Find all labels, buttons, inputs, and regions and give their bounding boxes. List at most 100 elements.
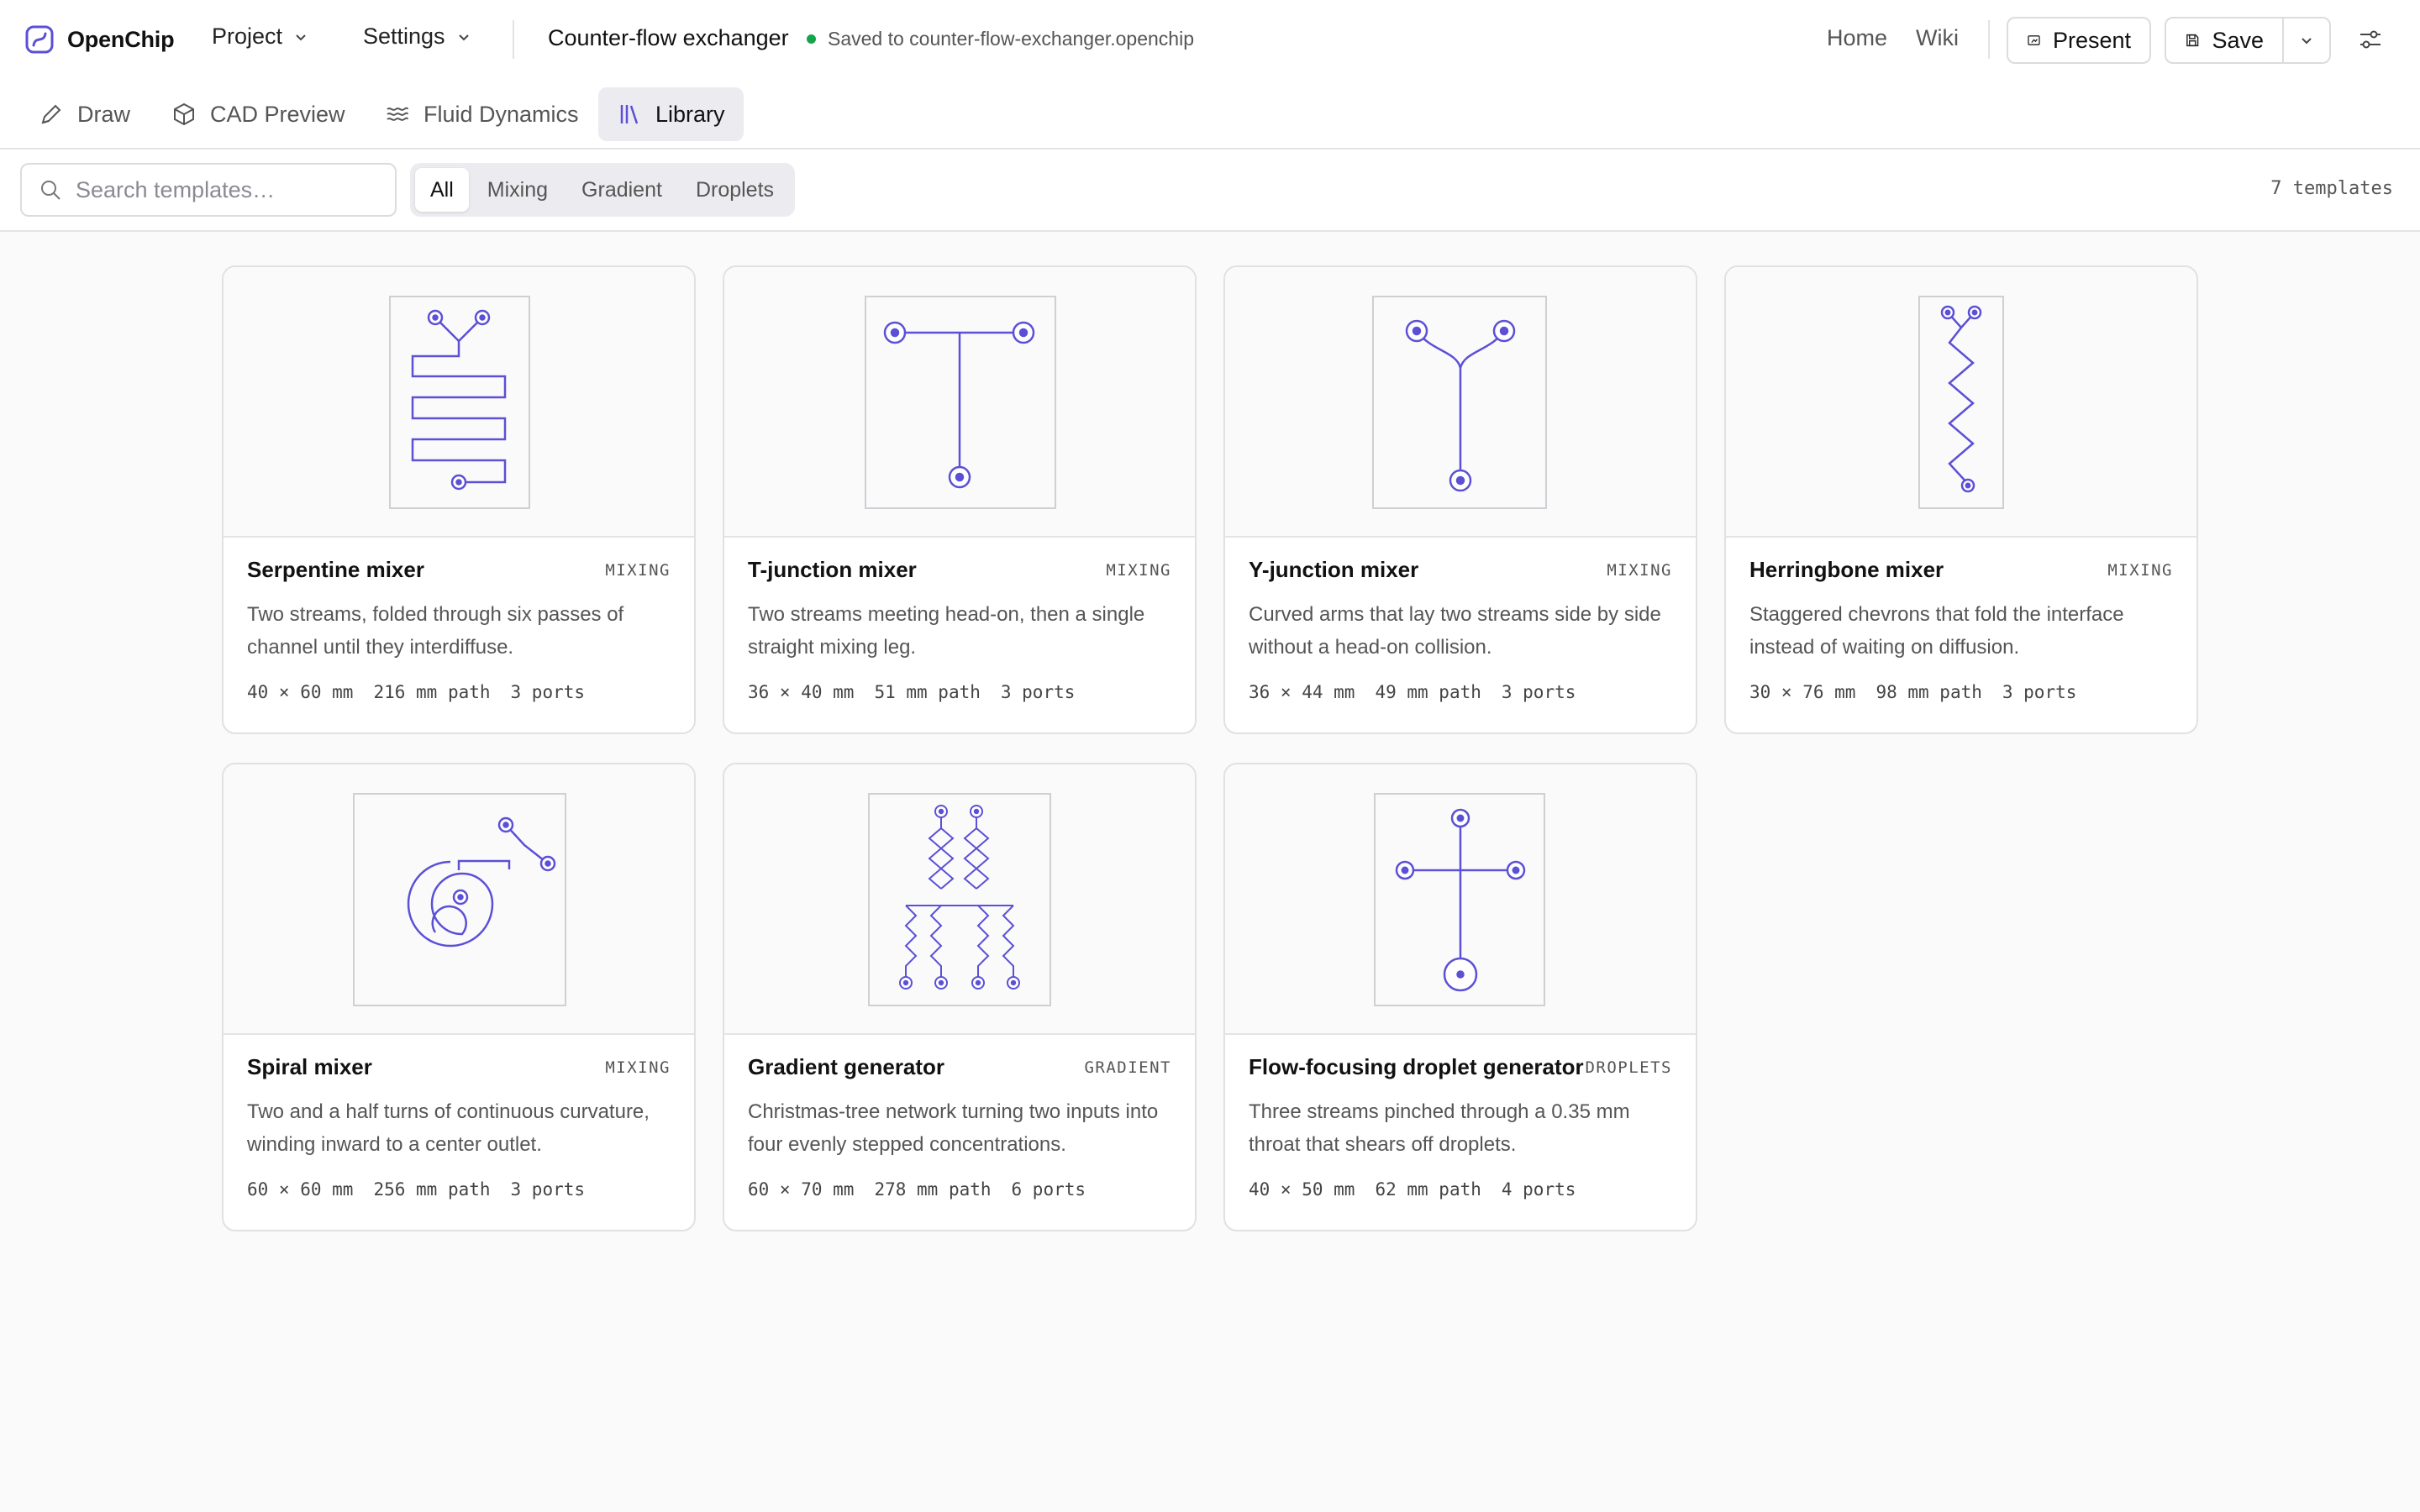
template-name: Y-junction mixer — [1249, 557, 1419, 582]
openchip-logo-icon — [25, 25, 54, 54]
save-icon — [2186, 34, 2199, 47]
template-card-flow-focusing[interactable]: Flow-focusing droplet generator DROPLETS… — [1223, 763, 1697, 1231]
template-size: 40 × 50 mm — [1249, 1179, 1355, 1200]
app-logo[interactable]: OpenChip — [25, 25, 175, 54]
y-junction-channel-icon — [1372, 296, 1547, 509]
spiral-channel-icon — [353, 793, 566, 1006]
present-button[interactable]: Present — [2007, 17, 2151, 64]
tab-label: Draw — [77, 101, 131, 127]
template-meta: 36 × 40 mm 51 mm path 3 ports — [748, 682, 1075, 702]
tab-label: CAD Preview — [210, 101, 345, 127]
search-input[interactable] — [76, 176, 378, 203]
template-size: 30 × 76 mm — [1749, 682, 1856, 702]
search-icon — [41, 181, 60, 200]
template-size: 60 × 70 mm — [748, 1179, 855, 1200]
template-preview — [1225, 267, 1696, 538]
filter-all[interactable]: All — [415, 168, 469, 212]
settings-menu-label: Settings — [363, 24, 445, 49]
template-category: MIXING — [1106, 561, 1171, 580]
tab-library[interactable]: Library — [598, 87, 744, 141]
template-card-spiral[interactable]: Spiral mixer MIXING Two and a half turns… — [222, 763, 696, 1231]
template-meta: 40 × 60 mm 216 mm path 3 ports — [247, 682, 585, 702]
template-description: Two and a half turns of continuous curva… — [247, 1100, 650, 1156]
template-card-t-junction[interactable]: T-junction mixer MIXING Two streams meet… — [723, 265, 1197, 734]
template-path: 216 mm path — [373, 682, 491, 702]
category-filter: All Mixing Gradient Droplets — [410, 163, 795, 217]
template-count: 7 templates — [2270, 178, 2393, 199]
tab-fluid-dynamics[interactable]: Fluid Dynamics — [366, 87, 597, 141]
save-options-button[interactable] — [2284, 17, 2331, 64]
present-icon — [2028, 35, 2040, 45]
template-preview — [724, 764, 1195, 1035]
top-bar: OpenChip Project Settings Counter-flow e… — [0, 0, 2420, 79]
template-path: 278 mm path — [874, 1179, 992, 1200]
template-ports: 3 ports — [2002, 682, 2077, 702]
template-description: Curved arms that lay two streams side by… — [1249, 603, 1661, 659]
template-card-gradient-generator[interactable]: Gradient generator GRADIENT Christmas-tr… — [723, 763, 1197, 1231]
template-ports: 4 ports — [1501, 1179, 1576, 1200]
filter-gradient[interactable]: Gradient — [566, 168, 677, 212]
template-ports: 3 ports — [510, 1179, 586, 1200]
template-name: Herringbone mixer — [1749, 557, 1944, 582]
template-name: Flow-focusing droplet generator — [1249, 1054, 1584, 1079]
herringbone-channel-icon — [1918, 296, 2004, 509]
template-preview — [224, 764, 694, 1035]
template-category: MIXING — [1607, 561, 1672, 580]
settings-menu[interactable]: Settings — [363, 24, 472, 50]
template-category: GRADIENT — [1084, 1058, 1171, 1077]
present-label: Present — [2052, 27, 2131, 53]
home-link[interactable]: Home — [1827, 25, 1887, 51]
template-description: Christmas-tree network turning two input… — [748, 1100, 1159, 1156]
template-preview — [724, 267, 1195, 538]
template-name: T-junction mixer — [748, 557, 917, 582]
template-size: 36 × 44 mm — [1249, 682, 1355, 702]
template-ports: 3 ports — [510, 682, 586, 702]
waves-icon — [387, 107, 408, 121]
template-category: MIXING — [605, 1058, 671, 1077]
template-name: Serpentine mixer — [247, 557, 424, 582]
template-meta: 36 × 44 mm 49 mm path 3 ports — [1249, 682, 1576, 702]
template-preview — [1225, 764, 1696, 1035]
search-box[interactable] — [20, 163, 397, 217]
template-category: DROPLETS — [1585, 1058, 1672, 1077]
save-button[interactable]: Save — [2165, 17, 2284, 64]
tab-label: Library — [655, 101, 725, 127]
filter-droplets[interactable]: Droplets — [681, 168, 789, 212]
tab-cad-preview[interactable]: CAD Preview — [153, 87, 364, 141]
wiki-link[interactable]: Wiki — [1916, 25, 1959, 51]
chevron-down-icon — [296, 34, 306, 40]
template-preview — [224, 267, 694, 538]
template-path: 62 mm path — [1375, 1179, 1481, 1200]
template-description: Two streams meeting head-on, then a sing… — [748, 603, 1145, 659]
filter-mixing[interactable]: Mixing — [472, 168, 563, 212]
template-meta: 60 × 60 mm 256 mm path 3 ports — [247, 1179, 585, 1200]
template-name: Spiral mixer — [247, 1054, 372, 1079]
template-meta: 30 × 76 mm 98 mm path 3 ports — [1749, 682, 2076, 702]
books-icon — [620, 105, 639, 124]
template-card-serpentine[interactable]: Serpentine mixer MIXING Two streams, fol… — [222, 265, 696, 734]
template-name: Gradient generator — [748, 1054, 945, 1079]
template-ports: 6 ports — [1011, 1179, 1086, 1200]
tab-label: Fluid Dynamics — [424, 101, 579, 127]
mode-tabs: Draw CAD Preview Fluid Dynamics Library — [0, 79, 2420, 150]
template-card-y-junction[interactable]: Y-junction mixer MIXING Curved arms that… — [1223, 265, 1697, 734]
document-title[interactable]: Counter-flow exchanger — [548, 25, 789, 51]
library-toolbar: All Mixing Gradient Droplets 7 templates — [0, 150, 2420, 232]
divider — [513, 20, 514, 59]
template-description: Three streams pinched through a 0.35 mm … — [1249, 1100, 1630, 1156]
gradient-tree-channel-icon — [868, 793, 1051, 1006]
project-menu[interactable]: Project — [212, 24, 309, 50]
template-card-herringbone[interactable]: Herringbone mixer MIXING Staggered chevr… — [1724, 265, 2198, 734]
template-size: 36 × 40 mm — [748, 682, 855, 702]
tab-draw[interactable]: Draw — [20, 87, 149, 141]
project-menu-label: Project — [212, 24, 283, 49]
sliders-icon[interactable] — [2358, 27, 2383, 52]
save-status-text: Saved to counter-flow-exchanger.openchip — [828, 28, 1195, 50]
template-description: Two streams, folded through six passes o… — [247, 603, 624, 659]
flow-focusing-channel-icon — [1374, 793, 1545, 1006]
template-category: MIXING — [605, 561, 671, 580]
divider — [1988, 20, 1990, 59]
template-size: 40 × 60 mm — [247, 682, 354, 702]
template-meta: 60 × 70 mm 278 mm path 6 ports — [748, 1179, 1086, 1200]
app-name: OpenChip — [67, 26, 175, 52]
